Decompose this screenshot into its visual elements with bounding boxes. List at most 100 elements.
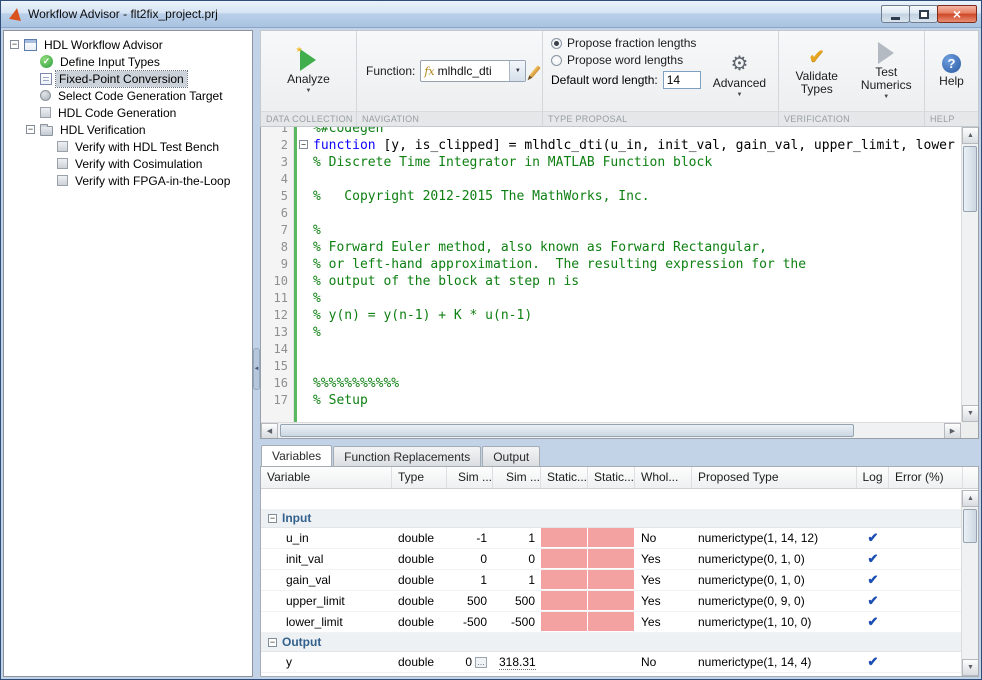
tree-item-define-input-types[interactable]: ✓Define Input Types xyxy=(4,53,252,70)
validate-types-button[interactable]: ✔ Validate Types xyxy=(783,45,851,98)
cell-log[interactable]: ✔ xyxy=(857,528,889,548)
collapse-icon[interactable]: − xyxy=(268,638,277,647)
scroll-left-icon[interactable]: ◀ xyxy=(261,423,278,439)
cell-proposed-type[interactable]: numerictype(1, 10, 0) xyxy=(692,612,857,632)
collapse-panel-chevron-icon[interactable]: ◄ xyxy=(253,348,260,390)
cell-sim[interactable]: 1 xyxy=(447,570,493,590)
table-vscroll-thumb[interactable] xyxy=(963,509,977,543)
tab-function-replacements[interactable]: Function Replacements xyxy=(333,446,481,466)
line-number: 10 xyxy=(261,273,288,290)
dropdown-arrow-icon[interactable]: ▼ xyxy=(509,61,525,81)
scroll-down-icon[interactable]: ▼ xyxy=(962,405,979,422)
test-numerics-button[interactable]: Test Numerics ▼ xyxy=(853,40,921,102)
tree-item-select-code-generation-target[interactable]: Select Code Generation Target xyxy=(4,87,252,104)
table-row-u-in[interactable]: u_indouble-11Nonumerictype(1, 14, 12)✔ xyxy=(261,528,978,549)
propose-fraction-lengths-radio[interactable]: Propose fraction lengths xyxy=(551,36,701,50)
tree-item-verify-with-fpga-in-the-loop[interactable]: Verify with FPGA-in-the-Loop xyxy=(4,172,252,189)
editor-hscroll-thumb[interactable] xyxy=(280,424,854,437)
scroll-up-icon[interactable]: ▲ xyxy=(962,490,979,507)
code-area[interactable]: %#codegen−function [y, is_clipped] = mlh… xyxy=(297,127,978,438)
table-row-init-val[interactable]: init_valdouble00Yesnumerictype(0, 1, 0)✔ xyxy=(261,549,978,570)
column-header-static[interactable]: Static... xyxy=(541,467,588,488)
tab-output[interactable]: Output xyxy=(482,446,540,466)
tree-item-fixed-point-conversion[interactable]: Fixed-Point Conversion xyxy=(4,70,252,87)
tree-item-verify-with-hdl-test-bench[interactable]: Verify with HDL Test Bench xyxy=(4,138,252,155)
column-header-sim[interactable]: Sim ... xyxy=(493,467,541,488)
column-header-sim[interactable]: Sim ... xyxy=(447,467,493,488)
line-number: 4 xyxy=(261,171,288,188)
cell-proposed-type[interactable]: numerictype(1, 14, 12) xyxy=(692,528,857,548)
table-vscrollbar[interactable]: ▲ ▼ xyxy=(961,490,978,676)
propose-fraction-radio-icon[interactable] xyxy=(551,38,562,49)
cell-sim[interactable]: 0 xyxy=(447,549,493,569)
column-header-type[interactable]: Type xyxy=(392,467,447,488)
cell-log[interactable]: ✔ xyxy=(857,570,889,590)
collapse-icon[interactable]: − xyxy=(268,514,277,523)
propose-word-lengths-radio[interactable]: Propose word lengths xyxy=(551,53,701,67)
advanced-button[interactable]: ⚙ Advanced ▼ xyxy=(707,52,772,100)
scroll-up-icon[interactable]: ▲ xyxy=(962,127,979,144)
cell-proposed-type[interactable]: numerictype(0, 9, 0) xyxy=(692,591,857,611)
expander-icon[interactable]: − xyxy=(26,125,35,134)
scroll-right-icon[interactable]: ▶ xyxy=(944,423,961,439)
table-row-y[interactable]: ydouble0…318.31Nonumerictype(1, 14, 4)✔ xyxy=(261,652,978,673)
cell-sim[interactable]: 0 xyxy=(493,549,541,569)
cell-sim[interactable]: -1 xyxy=(447,528,493,548)
analyze-button[interactable]: ★ Analyze ▼ xyxy=(281,47,336,96)
column-header-whol[interactable]: Whol... xyxy=(635,467,692,488)
maximize-button[interactable] xyxy=(909,5,938,23)
group-row-output[interactable]: −Output xyxy=(261,633,978,652)
table-row-lower-limit[interactable]: lower_limitdouble-500-500Yesnumerictype(… xyxy=(261,612,978,633)
panel-splitter[interactable]: ◄ xyxy=(253,30,260,677)
ellipsis-badge-icon[interactable]: … xyxy=(475,657,487,668)
cell-sim[interactable]: -500 xyxy=(447,612,493,632)
editor-hscrollbar[interactable]: ◀ ▶ xyxy=(261,422,961,438)
scroll-down-icon[interactable]: ▼ xyxy=(962,659,979,676)
tab-variables[interactable]: Variables xyxy=(261,445,332,466)
tree-item-hdl-code-generation[interactable]: HDL Code Generation xyxy=(4,104,252,121)
cell-proposed-type[interactable]: numerictype(0, 1, 0) xyxy=(692,570,857,590)
table-row-upper-limit[interactable]: upper_limitdouble500500Yesnumerictype(0,… xyxy=(261,591,978,612)
tree-item-verify-with-cosimulation[interactable]: Verify with Cosimulation xyxy=(4,155,252,172)
cell-log[interactable]: ✔ xyxy=(857,591,889,611)
cell-sim[interactable]: 0… xyxy=(447,652,493,672)
column-header-variable[interactable]: Variable xyxy=(261,467,392,488)
tree-item-label: HDL Workflow Advisor xyxy=(41,37,166,53)
cell-sim[interactable]: -500 xyxy=(493,612,541,632)
tree-item-hdl-verification[interactable]: −HDL Verification xyxy=(4,121,252,138)
tree-item-hdl-workflow-advisor[interactable]: − HDL Workflow Advisor xyxy=(4,36,252,53)
table-row-gain-val[interactable]: gain_valdouble11Yesnumerictype(0, 1, 0)✔ xyxy=(261,570,978,591)
cell-proposed-type[interactable]: numerictype(0, 1, 0) xyxy=(692,549,857,569)
column-header-static[interactable]: Static... xyxy=(588,467,635,488)
cell-proposed-type[interactable]: numerictype(1, 14, 4) xyxy=(692,652,857,672)
cell-log[interactable]: ✔ xyxy=(857,549,889,569)
column-header-error[interactable]: Error (%) xyxy=(889,467,963,488)
line-number: 7 xyxy=(261,222,288,239)
expander-icon[interactable]: − xyxy=(10,40,19,49)
propose-word-radio-icon[interactable] xyxy=(551,55,562,66)
editor-vscroll-thumb[interactable] xyxy=(963,146,977,212)
cell-log[interactable]: ✔ xyxy=(857,652,889,672)
editor-vscrollbar[interactable]: ▲ ▼ xyxy=(961,127,978,422)
cell-sim[interactable]: 500 xyxy=(447,591,493,611)
cell-sim[interactable]: 1 xyxy=(493,528,541,548)
cell-sim[interactable]: 500 xyxy=(493,591,541,611)
close-button[interactable]: × xyxy=(937,5,977,23)
default-word-length-input[interactable] xyxy=(663,71,701,89)
group-row-input[interactable]: −Input xyxy=(261,509,978,528)
fold-collapse-icon[interactable]: − xyxy=(299,140,308,149)
cell-log[interactable]: ✔ xyxy=(857,612,889,632)
column-header-proposed-type[interactable]: Proposed Type xyxy=(692,467,857,488)
code-editor[interactable]: 1234567891011121314151617 %#codegen−func… xyxy=(260,127,979,439)
edit-function-button[interactable] xyxy=(531,60,538,82)
help-button[interactable]: ? Help xyxy=(933,52,970,90)
function-dropdown[interactable]: fx mlhdlc_dti ▼ xyxy=(420,60,526,82)
help-label: Help xyxy=(939,75,964,88)
minimize-button[interactable] xyxy=(881,5,910,23)
code-line: −function [y, is_clipped] = mlhdlc_dti(u… xyxy=(313,137,978,154)
cell-sim[interactable]: 318.31 xyxy=(493,652,541,672)
titlebar[interactable]: Workflow Advisor - flt2fix_project.prj × xyxy=(1,1,981,28)
cell-whol: Yes xyxy=(635,570,692,590)
column-header-log[interactable]: Log xyxy=(857,467,889,488)
cell-sim[interactable]: 1 xyxy=(493,570,541,590)
